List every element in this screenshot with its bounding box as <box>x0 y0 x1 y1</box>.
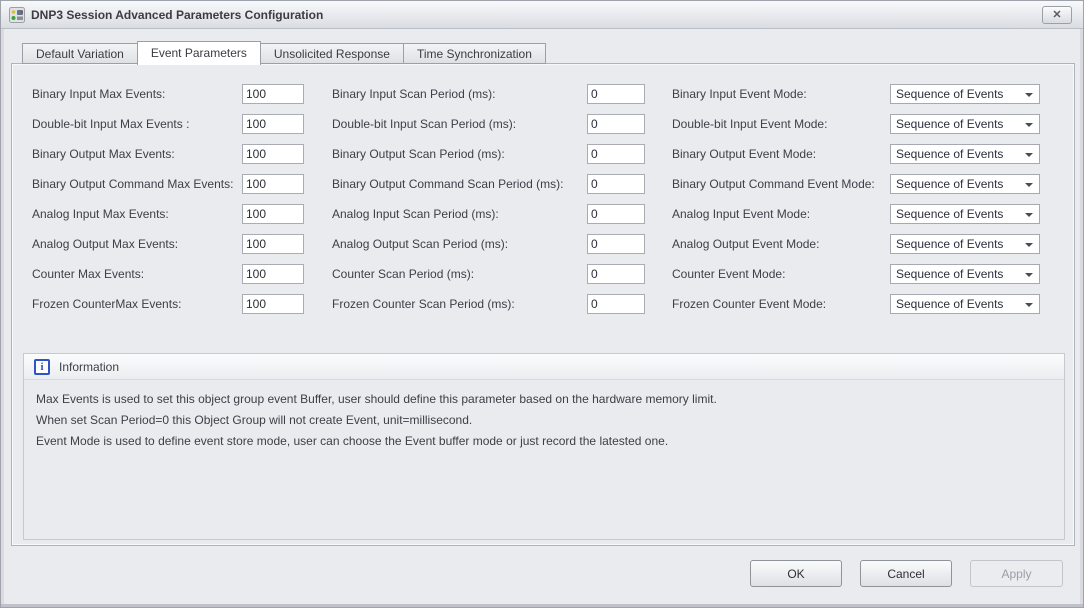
binary-input-max-events-input[interactable] <box>242 84 304 104</box>
double-bit-input-event-mode-value: Sequence of Events <box>896 115 1003 133</box>
counter-scan-period-input[interactable] <box>587 264 645 284</box>
binary-output-command-max-events-label: Binary Output Command Max Events: <box>32 174 233 194</box>
counter-scan-period-label: Counter Scan Period (ms): <box>332 264 474 284</box>
cancel-button[interactable]: Cancel <box>860 560 952 587</box>
tab-strip: Default VariationEvent ParametersUnsolic… <box>22 41 546 65</box>
double-bit-input-max-events-input[interactable] <box>242 114 304 134</box>
chevron-down-icon <box>1025 303 1033 307</box>
binary-output-scan-period-label: Binary Output Scan Period (ms): <box>332 144 505 164</box>
information-header: i Information <box>24 354 1064 380</box>
analog-input-max-events-label: Analog Input Max Events: <box>32 204 169 224</box>
frozen-counter-scan-period-label: Frozen Counter Scan Period (ms): <box>332 294 515 314</box>
binary-output-command-max-events-input[interactable] <box>242 174 304 194</box>
analog-input-event-mode-label: Analog Input Event Mode: <box>672 204 810 224</box>
binary-output-event-mode-value: Sequence of Events <box>896 145 1003 163</box>
analog-input-scan-period-input[interactable] <box>587 204 645 224</box>
counter-max-events-label: Counter Max Events: <box>32 264 144 284</box>
frozen-counter-event-mode-value: Sequence of Events <box>896 295 1003 313</box>
analog-input-max-events-input[interactable] <box>242 204 304 224</box>
title-bar: DNP3 Session Advanced Parameters Configu… <box>1 1 1083 29</box>
binary-output-command-scan-period-label: Binary Output Command Scan Period (ms): <box>332 174 563 194</box>
binary-input-event-mode-value: Sequence of Events <box>896 85 1003 103</box>
double-bit-input-scan-period-label: Double-bit Input Scan Period (ms): <box>332 114 516 134</box>
tab-panel-event-parameters: Binary Input Max Events: Binary Input Sc… <box>11 63 1075 546</box>
double-bit-input-event-mode-select[interactable]: Sequence of Events <box>890 114 1040 134</box>
info-icon: i <box>34 359 50 375</box>
counter-event-mode-label: Counter Event Mode: <box>672 264 785 284</box>
window-title: DNP3 Session Advanced Parameters Configu… <box>31 1 323 29</box>
form-row-binary-input: Binary Input Max Events: Binary Input Sc… <box>12 84 1074 104</box>
analog-input-event-mode-value: Sequence of Events <box>896 205 1003 223</box>
binary-output-command-scan-period-input[interactable] <box>587 174 645 194</box>
counter-event-mode-select[interactable]: Sequence of Events <box>890 264 1040 284</box>
chevron-down-icon <box>1025 213 1033 217</box>
analog-output-event-mode-label: Analog Output Event Mode: <box>672 234 819 254</box>
chevron-down-icon <box>1025 123 1033 127</box>
double-bit-input-scan-period-input[interactable] <box>587 114 645 134</box>
ok-button[interactable]: OK <box>750 560 842 587</box>
apply-button[interactable]: Apply <box>970 560 1063 587</box>
binary-input-event-mode-label: Binary Input Event Mode: <box>672 84 807 104</box>
double-bit-input-max-events-label: Double-bit Input Max Events : <box>32 114 189 134</box>
chevron-down-icon <box>1025 243 1033 247</box>
binary-output-scan-period-input[interactable] <box>587 144 645 164</box>
counter-max-events-input[interactable] <box>242 264 304 284</box>
form-row-double-bit-input: Double-bit Input Max Events : Double-bit… <box>12 114 1074 134</box>
binary-input-scan-period-label: Binary Input Scan Period (ms): <box>332 84 495 104</box>
form-row-binary-output: Binary Output Max Events: Binary Output … <box>12 144 1074 164</box>
form-row-binary-output-command: Binary Output Command Max Events: Binary… <box>12 174 1074 194</box>
analog-output-max-events-label: Analog Output Max Events: <box>32 234 178 254</box>
dialog-window: DNP3 Session Advanced Parameters Configu… <box>0 0 1084 608</box>
analog-output-event-mode-value: Sequence of Events <box>896 235 1003 253</box>
chevron-down-icon <box>1025 273 1033 277</box>
binary-output-command-event-mode-label: Binary Output Command Event Mode: <box>672 174 875 194</box>
binary-output-event-mode-select[interactable]: Sequence of Events <box>890 144 1040 164</box>
binary-output-max-events-label: Binary Output Max Events: <box>32 144 175 164</box>
form-row-analog-input: Analog Input Max Events: Analog Input Sc… <box>12 204 1074 224</box>
frozen-counter-event-mode-label: Frozen Counter Event Mode: <box>672 294 826 314</box>
binary-output-command-event-mode-select[interactable]: Sequence of Events <box>890 174 1040 194</box>
info-line: When set Scan Period=0 this Object Group… <box>36 410 1052 431</box>
tab-unsolicited-response[interactable]: Unsolicited Response <box>260 43 404 64</box>
binary-output-event-mode-label: Binary Output Event Mode: <box>672 144 816 164</box>
frozen-counter-max-events-label: Frozen CounterMax Events: <box>32 294 181 314</box>
chevron-down-icon <box>1025 183 1033 187</box>
binary-input-event-mode-select[interactable]: Sequence of Events <box>890 84 1040 104</box>
close-button[interactable]: ✕ <box>1042 6 1072 24</box>
tab-time-synchronization[interactable]: Time Synchronization <box>403 43 546 64</box>
app-icon <box>9 7 25 23</box>
binary-output-max-events-input[interactable] <box>242 144 304 164</box>
analog-input-event-mode-select[interactable]: Sequence of Events <box>890 204 1040 224</box>
frozen-counter-max-events-input[interactable] <box>242 294 304 314</box>
tab-event-parameters[interactable]: Event Parameters <box>137 41 261 65</box>
form-row-frozen-counter: Frozen CounterMax Events: Frozen Counter… <box>12 294 1074 314</box>
info-line: Max Events is used to set this object gr… <box>36 389 1052 410</box>
frozen-counter-event-mode-select[interactable]: Sequence of Events <box>890 294 1040 314</box>
info-line: Event Mode is used to define event store… <box>36 431 1052 452</box>
information-group: i Information Max Events is used to set … <box>23 353 1065 540</box>
analog-output-max-events-input[interactable] <box>242 234 304 254</box>
form-row-analog-output: Analog Output Max Events: Analog Output … <box>12 234 1074 254</box>
information-body: Max Events is used to set this object gr… <box>24 380 1064 461</box>
analog-output-event-mode-select[interactable]: Sequence of Events <box>890 234 1040 254</box>
tab-default-variation[interactable]: Default Variation <box>22 43 138 64</box>
double-bit-input-event-mode-label: Double-bit Input Event Mode: <box>672 114 827 134</box>
chevron-down-icon <box>1025 93 1033 97</box>
counter-event-mode-value: Sequence of Events <box>896 265 1003 283</box>
frozen-counter-scan-period-input[interactable] <box>587 294 645 314</box>
information-title: Information <box>59 354 119 380</box>
binary-output-command-event-mode-value: Sequence of Events <box>896 175 1003 193</box>
analog-output-scan-period-input[interactable] <box>587 234 645 254</box>
chevron-down-icon <box>1025 153 1033 157</box>
analog-input-scan-period-label: Analog Input Scan Period (ms): <box>332 204 499 224</box>
binary-input-scan-period-input[interactable] <box>587 84 645 104</box>
binary-input-max-events-label: Binary Input Max Events: <box>32 84 165 104</box>
form-row-counter: Counter Max Events: Counter Scan Period … <box>12 264 1074 284</box>
analog-output-scan-period-label: Analog Output Scan Period (ms): <box>332 234 508 254</box>
